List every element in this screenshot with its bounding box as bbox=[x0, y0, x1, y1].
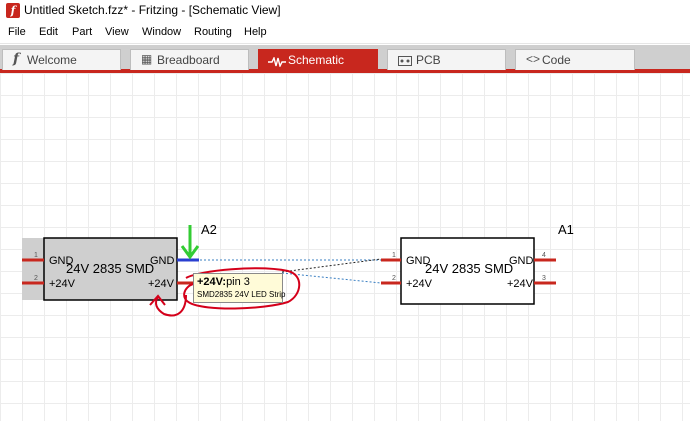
schematic-canvas[interactable]: 1 2 GND +24V GND +24V 24V 2835 SMD A2 1 … bbox=[0, 73, 690, 421]
part-a1-pin1-number: 1 bbox=[392, 252, 396, 259]
part-a1-pin4-number: 4 bbox=[542, 252, 546, 259]
part-a1-title: 24V 2835 SMD bbox=[425, 261, 513, 276]
schematic-drawing: 1 2 GND +24V GND +24V 24V 2835 SMD A2 1 … bbox=[22, 222, 574, 317]
tab-pcb[interactable]: PCB bbox=[387, 49, 506, 70]
pin-tooltip: +24V:pin 3 SMD2835 24V LED Strip bbox=[193, 273, 286, 303]
tab-code[interactable]: <> Code bbox=[515, 49, 635, 70]
tooltip-pin-name: +24V: bbox=[197, 276, 227, 288]
tab-schematic-label: Schematic bbox=[288, 53, 345, 67]
breadboard-icon: ▦ bbox=[141, 52, 153, 66]
part-a2-left-24v-label: +24V bbox=[49, 278, 76, 290]
window-title: Untitled Sketch.fzz* - Fritzing - [Schem… bbox=[24, 3, 281, 17]
tooltip-pin-line: +24V:pin 3 bbox=[197, 276, 250, 288]
part-a1-left-24v-label: +24V bbox=[406, 278, 433, 290]
menu-window[interactable]: Window bbox=[142, 26, 181, 38]
tab-welcome-label: Welcome bbox=[27, 53, 77, 67]
menu-part[interactable]: Part bbox=[72, 26, 92, 38]
menu-file[interactable]: File bbox=[8, 26, 26, 38]
view-tab-bar: f Welcome ▦ Breadboard Schematic PCB <> … bbox=[0, 45, 690, 73]
part-a1-label: A1 bbox=[558, 222, 574, 237]
part-a1-pin2-number: 2 bbox=[392, 275, 396, 282]
part-a2-right-24v-label: +24V bbox=[148, 278, 175, 290]
fritzing-app-icon: f bbox=[6, 3, 20, 18]
part-a2-pin2-number: 2 bbox=[34, 275, 38, 282]
menu-routing[interactable]: Routing bbox=[194, 26, 232, 38]
menu-bar: File Edit Part View Window Routing Help bbox=[0, 22, 690, 44]
part-a1[interactable]: 1 2 4 3 GND +24V GND +24V 24V 2835 SMD A… bbox=[381, 222, 574, 305]
tab-schematic[interactable]: Schematic bbox=[258, 49, 378, 73]
part-a2-label: A2 bbox=[201, 222, 217, 237]
menu-help[interactable]: Help bbox=[244, 26, 267, 38]
part-a2-pin1-number: 1 bbox=[34, 252, 38, 259]
ratsnest-line-tooltip[interactable] bbox=[281, 258, 382, 273]
title-bar: f Untitled Sketch.fzz* - Fritzing - [Sch… bbox=[0, 0, 690, 22]
part-a2-selection-margin bbox=[22, 238, 44, 300]
part-a1-pin3-number: 3 bbox=[542, 275, 546, 282]
tab-welcome[interactable]: f Welcome bbox=[2, 49, 121, 70]
tooltip-part-name: SMD2835 24V LED Strip bbox=[197, 290, 286, 299]
menu-view[interactable]: View bbox=[105, 26, 129, 38]
fritzing-f-icon: f bbox=[13, 51, 20, 67]
green-arrow-annotation bbox=[180, 225, 200, 260]
schematic-wave-icon bbox=[268, 57, 286, 67]
tooltip-pin-id: pin 3 bbox=[226, 276, 250, 288]
tab-code-label: Code bbox=[542, 53, 571, 67]
menu-edit[interactable]: Edit bbox=[39, 26, 58, 38]
tab-breadboard[interactable]: ▦ Breadboard bbox=[130, 49, 249, 70]
part-a1-right-24v-label: +24V bbox=[507, 278, 534, 290]
pcb-icon bbox=[398, 56, 412, 66]
tab-pcb-label: PCB bbox=[416, 53, 441, 67]
code-brackets-icon: <> bbox=[526, 52, 541, 66]
part-a2-title: 24V 2835 SMD bbox=[66, 261, 154, 276]
tab-breadboard-label: Breadboard bbox=[157, 53, 220, 67]
